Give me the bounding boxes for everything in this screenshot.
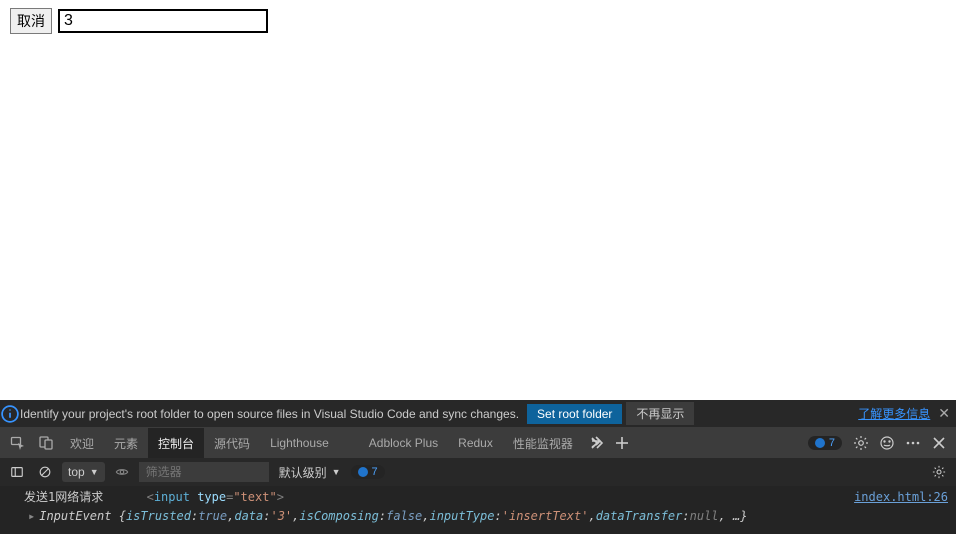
toolbar-issues-pill[interactable]: 7: [351, 465, 385, 479]
tab-lighthouse[interactable]: Lighthouse: [260, 428, 339, 458]
log-attr-value: "text": [233, 490, 276, 504]
console-log-row[interactable]: 发送1网络请求 <input type="text"> index.html:2…: [0, 488, 956, 507]
infobar-message: Identify your project's root folder to o…: [20, 407, 527, 421]
devtools-infobar: Identify your project's root folder to o…: [0, 400, 956, 428]
tab-welcome[interactable]: 欢迎: [60, 428, 104, 458]
tab-redux[interactable]: Redux: [448, 428, 503, 458]
source-link[interactable]: index.html:26: [842, 489, 948, 506]
page-content: 取消: [0, 0, 956, 42]
infobar-close-icon[interactable]: ✕: [938, 405, 950, 422]
log-attr: type: [197, 490, 226, 504]
log-tag: input: [154, 490, 190, 504]
settings-gear-icon[interactable]: [848, 435, 874, 451]
log-level-selector[interactable]: 默认级别 ▼: [275, 462, 345, 482]
more-options-icon[interactable]: [900, 435, 926, 451]
log-prefix: 发送1网络请求: [24, 490, 103, 504]
console-output: 发送1网络请求 <input type="text"> index.html:2…: [0, 486, 956, 534]
set-root-folder-button[interactable]: Set root folder: [527, 404, 622, 424]
context-selector[interactable]: top ▼: [62, 462, 105, 482]
add-tab-icon[interactable]: [609, 435, 635, 451]
tab-sources[interactable]: 源代码: [204, 428, 260, 458]
console-toolbar: top ▼ 默认级别 ▼ 7: [0, 458, 956, 486]
expand-arrow-icon[interactable]: ▸: [28, 508, 35, 525]
clear-console-icon[interactable]: [34, 462, 56, 482]
filter-input[interactable]: [139, 462, 269, 482]
issues-pill[interactable]: 7: [808, 436, 842, 450]
chevron-double-right-icon[interactable]: [583, 435, 609, 451]
devtools-tabbar: 欢迎 元素 控制台 源代码 Lighthouse Adblock Plus Re…: [0, 428, 956, 458]
feedback-icon[interactable]: [874, 435, 900, 451]
issue-dot-icon: [358, 467, 368, 477]
info-icon: [0, 404, 20, 424]
console-settings-icon[interactable]: [928, 462, 950, 482]
cancel-button[interactable]: 取消: [10, 8, 52, 34]
chevron-down-icon: ▼: [90, 467, 99, 477]
device-toggle-icon[interactable]: [32, 435, 60, 451]
inspect-element-icon[interactable]: [4, 435, 32, 451]
toolbar-issues-count: 7: [372, 466, 378, 478]
tab-performance-monitor[interactable]: 性能监视器: [503, 428, 583, 458]
dont-show-again-button[interactable]: 不再显示: [626, 402, 694, 425]
live-expression-icon[interactable]: [111, 462, 133, 482]
issues-count: 7: [829, 437, 835, 449]
tab-elements[interactable]: 元素: [104, 428, 148, 458]
tab-adblock-plus[interactable]: Adblock Plus: [359, 428, 448, 458]
issue-dot-icon: [815, 438, 825, 448]
tab-console[interactable]: 控制台: [148, 428, 204, 458]
close-devtools-icon[interactable]: [926, 435, 952, 451]
devtools-panel: Identify your project's root folder to o…: [0, 400, 956, 534]
number-input[interactable]: [58, 9, 268, 33]
learn-more-link[interactable]: 了解更多信息: [858, 405, 930, 422]
chevron-down-icon: ▼: [332, 467, 341, 477]
toggle-sidebar-icon[interactable]: [6, 462, 28, 482]
log-level-label: 默认级别: [279, 464, 327, 481]
event-class: InputEvent: [39, 508, 111, 525]
console-log-row[interactable]: ▸ InputEvent {isTrusted: true, data: '3'…: [0, 507, 956, 526]
context-label: top: [68, 465, 85, 479]
